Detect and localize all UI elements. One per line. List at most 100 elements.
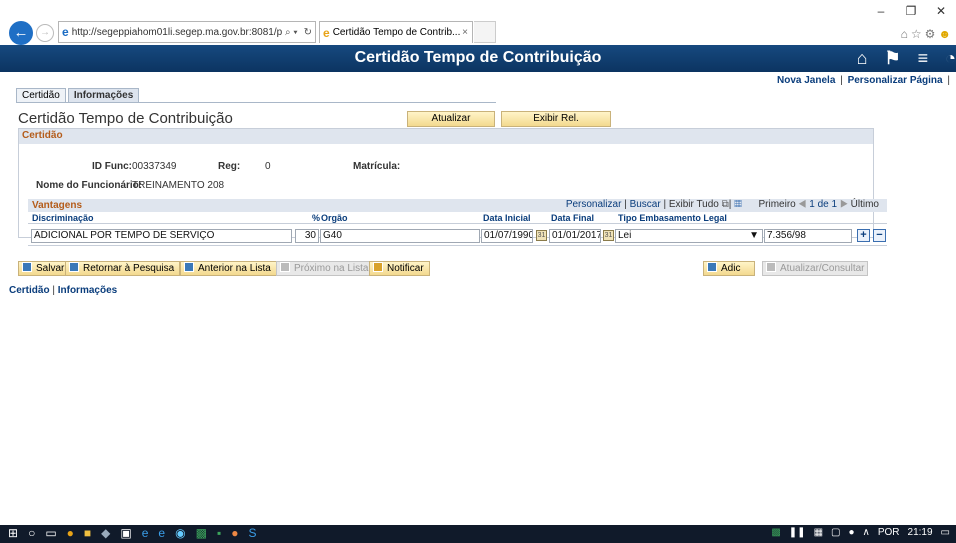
chrome2-icon[interactable]: ● — [231, 526, 238, 540]
vantagens-header: Vantagens Personalizar | Buscar | Exibir… — [28, 199, 887, 212]
tray-dot-icon[interactable]: ● — [848, 527, 854, 538]
atualizar-consultar-button[interactable]: Atualizar/Consultar — [762, 261, 868, 276]
personalizar-link[interactable]: Personalizar — [566, 199, 622, 210]
data-final-input[interactable]: 01/01/2017 — [549, 229, 601, 243]
tab-certidao[interactable]: Certidão — [16, 88, 66, 103]
page-tabs: Certidão Informações — [16, 88, 141, 103]
header-icons: ⌂ ⚑ ≡ ◔ — [857, 48, 956, 69]
page-title: Certidão Tempo de Contribuição — [18, 110, 233, 127]
address-bar[interactable]: e http://segeppiahom01li.segep.ma.gov.br… — [58, 21, 316, 43]
col-data-final: Data Final — [551, 213, 595, 223]
system-tray: ▩ ❚❚ ▦ ▢ ● ∧ POR 21:19 ▭ — [771, 527, 950, 538]
refresh-icon[interactable]: ↻ — [301, 27, 315, 38]
header-title: Certidão Tempo de Contribuição — [354, 49, 602, 66]
restore-button[interactable]: ❐ — [896, 4, 926, 22]
retornar-pesquisa-button[interactable]: Retornar à Pesquisa — [65, 261, 181, 276]
tray-grid-icon[interactable]: ▦ — [814, 527, 823, 538]
delete-row-button[interactable]: − — [873, 229, 886, 242]
anterior-lista-button[interactable]: Anterior na Lista — [180, 261, 277, 276]
vantagens-title: Vantagens — [32, 200, 83, 211]
new-window-link[interactable]: Nova Janela — [777, 75, 835, 86]
excel-icon[interactable]: ▩ — [196, 526, 207, 540]
chevron-up-icon[interactable]: ∧ — [863, 527, 870, 538]
id-func-value: 00337349 — [132, 161, 177, 172]
personalize-page-link[interactable]: Personalizar Página — [848, 75, 943, 86]
clock[interactable]: 21:19 — [908, 527, 933, 538]
app-icon[interactable]: ◆ — [101, 526, 110, 540]
orgao-input[interactable]: G40 — [320, 229, 480, 243]
col-orgao: Orgão — [321, 213, 348, 223]
new-tab-button[interactable] — [474, 21, 496, 43]
tray-pause-icon[interactable]: ❚❚ — [789, 527, 806, 538]
screen: – ❐ ✕ ⌂☆⚙☻ ← → e http://segeppiahom01li.… — [0, 0, 956, 543]
tray-box-icon[interactable]: ▢ — [831, 527, 840, 538]
row-range: 1 de 1 — [809, 199, 838, 210]
percent-input[interactable]: 30 — [295, 229, 319, 243]
informacoes-link[interactable]: Informações — [58, 285, 117, 296]
ie-icon[interactable]: e — [142, 526, 149, 540]
tray-app-icon[interactable]: ▩ — [771, 527, 780, 538]
notificar-button[interactable]: Notificar — [369, 261, 430, 276]
download-grid-icon[interactable]: ▦ — [734, 199, 742, 210]
primeiro-link[interactable]: Primeiro — [758, 199, 795, 210]
atualizar-button[interactable]: Atualizar — [407, 111, 495, 127]
calendar-icon[interactable]: 31 — [603, 230, 614, 241]
search-dropdown-icon[interactable]: ⌕ ▾ — [282, 27, 301, 38]
tipo-selected-value: Lei — [618, 230, 632, 241]
prev-row-icon[interactable]: ◀ — [799, 199, 807, 210]
chrome-icon[interactable]: ● — [67, 526, 74, 540]
tab-informacoes[interactable]: Informações — [67, 88, 140, 103]
skype-icon[interactable]: S — [248, 526, 256, 540]
menu-icon[interactable]: ≡ — [918, 48, 929, 69]
next-row-icon[interactable]: ▶ — [840, 199, 848, 210]
store-icon[interactable]: ▣ — [120, 526, 131, 540]
minimize-button[interactable]: – — [866, 4, 896, 22]
url-text[interactable]: http://segeppiahom01li.segep.ma.gov.br:8… — [72, 27, 282, 38]
home-icon[interactable]: ⌂ — [901, 27, 911, 41]
grid-column-headers: Discriminação % Orgão Data Inicial Data … — [28, 212, 887, 224]
notification-icon[interactable]: ▭ — [941, 527, 950, 538]
notify-icon — [373, 262, 383, 272]
edge-icon[interactable]: e — [158, 526, 165, 540]
exibir-tudo-link[interactable]: Exibir Tudo — [669, 199, 719, 210]
exibir-rel-button[interactable]: Exibir Rel. — [501, 111, 611, 127]
reg-value: 0 — [265, 161, 271, 172]
save-icon — [22, 262, 32, 272]
chevron-down-icon: ▼ — [749, 230, 759, 241]
close-window-button[interactable]: ✕ — [926, 4, 956, 22]
discriminacao-input[interactable]: ADICIONAL POR TEMPO DE SERVIÇO — [31, 229, 292, 243]
back-button[interactable]: ← — [9, 21, 33, 45]
buscar-link[interactable]: Buscar — [630, 199, 661, 210]
add-row-button[interactable]: + — [857, 229, 870, 242]
tipo-select[interactable]: Lei ▼ — [615, 229, 763, 243]
forward-button[interactable]: → — [36, 24, 54, 42]
nome-label: Nome do Funcionário: — [36, 180, 143, 191]
tab-close-icon[interactable]: × — [462, 27, 472, 38]
search-icon[interactable]: ○ — [28, 526, 35, 540]
gear-icon[interactable]: ⚙ — [925, 27, 939, 41]
star-icon[interactable]: ☆ — [911, 27, 925, 41]
start-icon[interactable]: ⊞ — [8, 526, 18, 540]
app2-icon[interactable]: ◉ — [175, 526, 185, 540]
zoom-icon[interactable]: ⧉ — [722, 199, 729, 210]
file-explorer-icon[interactable]: ■ — [84, 526, 91, 540]
app3-icon[interactable]: ▪ — [217, 526, 221, 540]
col-tipo: Tipo Embasamento Legal — [618, 213, 727, 223]
proximo-lista-button[interactable]: Próximo na Lista — [276, 261, 375, 276]
lei-numero-input[interactable]: 7.356/98 — [764, 229, 852, 243]
data-inicial-input[interactable]: 01/07/1990 — [481, 229, 533, 243]
calendar-icon[interactable]: 31 — [536, 230, 547, 241]
browser-tab[interactable]: e Certidão Tempo de Contrib... × — [319, 21, 473, 43]
tab-title: Certidão Tempo de Contrib... — [332, 27, 461, 38]
smiley-icon[interactable]: ☻ — [938, 27, 954, 41]
language-indicator[interactable]: POR — [878, 527, 900, 538]
ultimo-link[interactable]: Último — [851, 199, 879, 210]
navbar-icon[interactable]: ◔ — [945, 48, 956, 69]
previous-icon — [184, 262, 194, 272]
flag-icon[interactable]: ⚑ — [884, 48, 900, 69]
certidao-link[interactable]: Certidão — [9, 285, 50, 296]
home-icon[interactable]: ⌂ — [857, 48, 868, 69]
adic-button[interactable]: Adic — [703, 261, 755, 276]
task-view-icon[interactable]: ▭ — [45, 526, 56, 540]
salvar-button[interactable]: Salvar — [18, 261, 71, 276]
